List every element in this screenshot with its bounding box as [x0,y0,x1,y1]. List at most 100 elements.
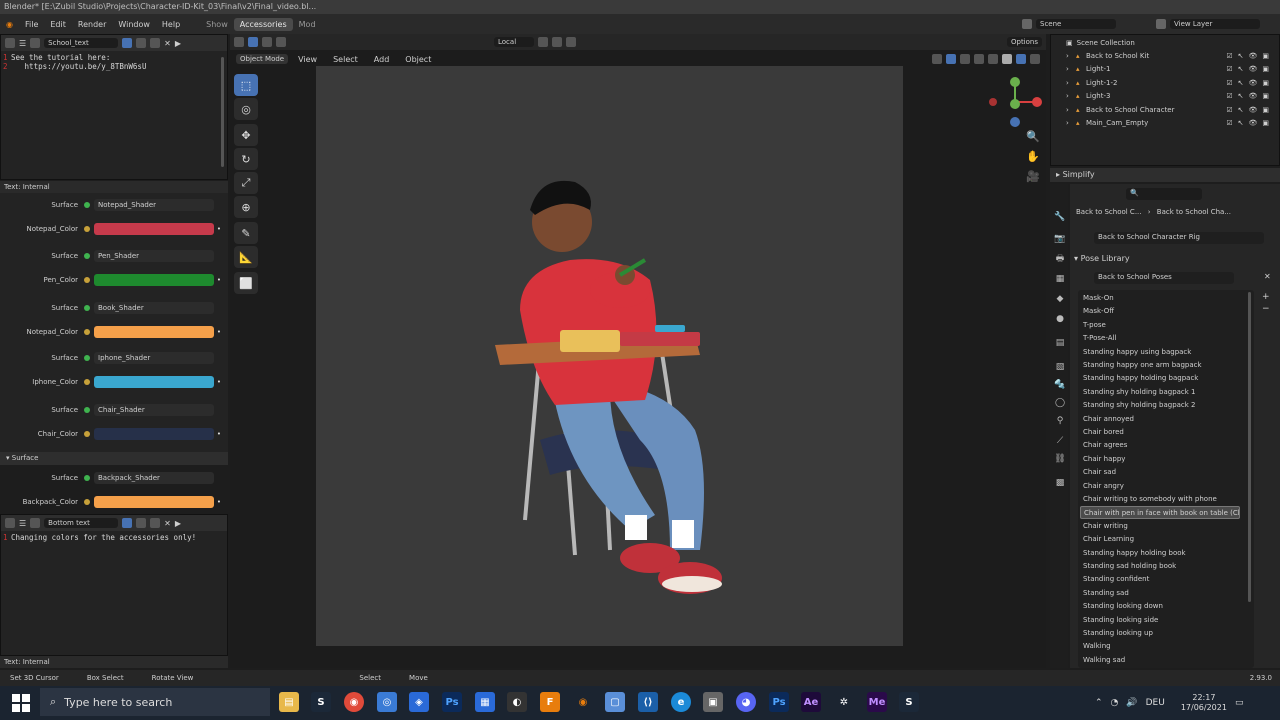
transform-orientation[interactable]: Local [494,37,534,47]
gizmo-icon[interactable] [946,54,956,64]
pose-list-item[interactable]: Standing happy holding book [1080,547,1240,560]
close-icon[interactable]: ✕ [164,39,171,48]
pose-list-item[interactable]: Walking sad [1080,654,1240,667]
scene-tab-icon[interactable]: ◆ [1052,292,1068,306]
visibility-icon[interactable] [932,54,942,64]
pose-list-item[interactable]: Chair annoyed [1080,413,1240,426]
hamburger-icon[interactable]: ☰ [19,519,26,528]
scrollbar[interactable] [221,57,224,167]
outliner-item[interactable]: › ▴ Back to School Kit ☑ ↖ 👁 ▣ [1066,49,1274,62]
navigation-gizmo[interactable] [985,74,1045,134]
measure-tool-icon[interactable]: 📐 [234,246,258,268]
steam-icon[interactable]: S [899,692,919,712]
outliner-item[interactable]: › ▴ Light-3 ☑ ↖ 👁 ▣ [1066,90,1274,103]
camera-icon[interactable]: ▣ [1262,106,1269,114]
fake-user-icon[interactable] [122,38,133,48]
text-editor-body[interactable]: 1 Changing colors for the accessories onl… [1,531,227,544]
photoshop-icon[interactable]: Ps [442,692,462,712]
camera-icon[interactable]: ▣ [1262,52,1269,60]
eye-icon[interactable]: 👁 [1248,119,1257,127]
notification-icon[interactable]: ▭ [1235,698,1244,708]
steam-icon[interactable]: S [311,692,331,712]
wifi-icon[interactable]: ◔ [1111,698,1119,708]
cursor-tool-icon[interactable]: ◎ [234,98,258,120]
eye-icon[interactable]: 👁 [1248,65,1257,73]
pose-list-item[interactable]: Mask-Off [1080,305,1240,318]
text-datablock-icon[interactable] [30,518,41,528]
close-icon[interactable]: ✕ [164,519,171,528]
add-cube-tool-icon[interactable]: ⬜ [234,272,258,294]
pose-list-item[interactable]: Standing shy holding bagpack 1 [1080,386,1240,399]
color-swatch[interactable] [94,428,214,440]
physics-tab-icon[interactable]: ◯ [1052,396,1068,410]
object-mode-dropdown[interactable]: Object Mode [236,54,289,64]
shader-field[interactable]: Book_Shader [94,302,214,314]
select-icon[interactable]: ↖ [1238,106,1244,114]
overlay-icon[interactable] [960,54,970,64]
expand-icon[interactable]: › [1066,106,1076,114]
windows-start-icon[interactable] [12,694,30,712]
select-icon[interactable]: ↖ [1238,65,1244,73]
color-swatch[interactable] [94,496,214,508]
select-box-icon[interactable] [248,37,258,47]
speaker-icon[interactable]: 🔊 [1126,698,1137,708]
chrome-icon[interactable]: ◉ [344,692,364,712]
color-swatch[interactable] [94,274,214,286]
blender-logo-icon[interactable]: ◉ [0,20,19,29]
vscode-icon[interactable]: ⟨⟩ [638,692,658,712]
outliner-item[interactable]: › ▴ Light-1-2 ☑ ↖ 👁 ▣ [1066,76,1274,89]
pivot-icon[interactable] [538,37,548,47]
file-explorer-icon[interactable]: ▤ [279,692,299,712]
texture-tab-icon[interactable]: ▩ [1052,476,1068,490]
pose-list-scrollbar[interactable] [1248,292,1251,602]
zoom-icon[interactable]: 🔍 [1026,130,1040,143]
pose-list-item[interactable]: Chair happy [1080,453,1240,466]
tool-tab-icon[interactable]: 🔧 [1052,210,1068,224]
menu-window[interactable]: Window [112,20,156,29]
color-swatch[interactable] [94,223,214,235]
fake-user-icon[interactable] [122,518,133,528]
taskbar-search-box[interactable]: ⌕ Type here to search [40,688,270,716]
move-tool-icon[interactable]: ✥ [234,124,258,146]
pose-list-item[interactable]: Standing shy holding bagpack 2 [1080,399,1240,412]
view-layer-selector[interactable]: View Layer [1170,19,1260,29]
scene-icon[interactable] [1022,19,1032,29]
text-datablock-icon[interactable] [30,38,41,48]
pose-library-header[interactable]: ▾ Pose Library [1074,252,1274,265]
color-swatch[interactable] [94,326,214,338]
collection-tab-icon[interactable]: ▤ [1052,336,1068,350]
pose-library-close-icon[interactable]: ✕ [1264,272,1271,281]
simplify-panel-header[interactable]: ▸ Simplify [1050,168,1280,182]
output-tab-icon[interactable]: 🖶 [1052,252,1068,266]
expand-icon[interactable]: › [1066,65,1076,73]
pose-list-item[interactable]: Standing sad [1080,587,1240,600]
scale-tool-icon[interactable]: ⤢ [234,172,258,194]
calendar-icon[interactable]: ▦ [475,692,495,712]
modifier-tab-icon[interactable]: 🔩 [1052,378,1068,392]
camera-icon[interactable]: ▣ [1262,119,1269,127]
eye-icon[interactable]: 👁 [1248,79,1257,87]
proportional-icon[interactable] [566,37,576,47]
media-encoder-icon[interactable]: Me [867,692,887,712]
checkbox-icon[interactable]: ☑ [1226,106,1232,114]
render-tab-icon[interactable]: 📷 [1052,232,1068,246]
outliner-scene-collection[interactable]: ▣ Scene Collection [1066,36,1274,49]
outliner-item[interactable]: › ▴ Light-1 ☑ ↖ 👁 ▣ [1066,63,1274,76]
tab-show[interactable]: Show [200,18,234,31]
snap-icon[interactable] [552,37,562,47]
new-text-icon[interactable] [136,518,147,528]
pose-list-item[interactable]: Walking [1080,640,1240,653]
pose-list-item[interactable]: Mask-On [1080,292,1240,305]
menu-edit[interactable]: Edit [44,20,72,29]
transform-tool-icon[interactable]: ⊕ [234,196,258,218]
shader-field[interactable]: Iphone_Shader [94,352,214,364]
pose-remove-icon[interactable]: − [1262,304,1270,314]
run-script-icon[interactable]: ▶ [175,519,181,528]
rotate-tool-icon[interactable]: ↻ [234,148,258,170]
pose-list-item[interactable]: Chair writing [1080,520,1240,533]
editor-type-icon[interactable] [5,518,15,528]
after-effects-icon[interactable]: Ae [801,692,821,712]
edge-icon[interactable]: e [671,692,691,712]
language-indicator[interactable]: DEU [1146,698,1165,708]
checkbox-icon[interactable]: ☑ [1226,65,1232,73]
